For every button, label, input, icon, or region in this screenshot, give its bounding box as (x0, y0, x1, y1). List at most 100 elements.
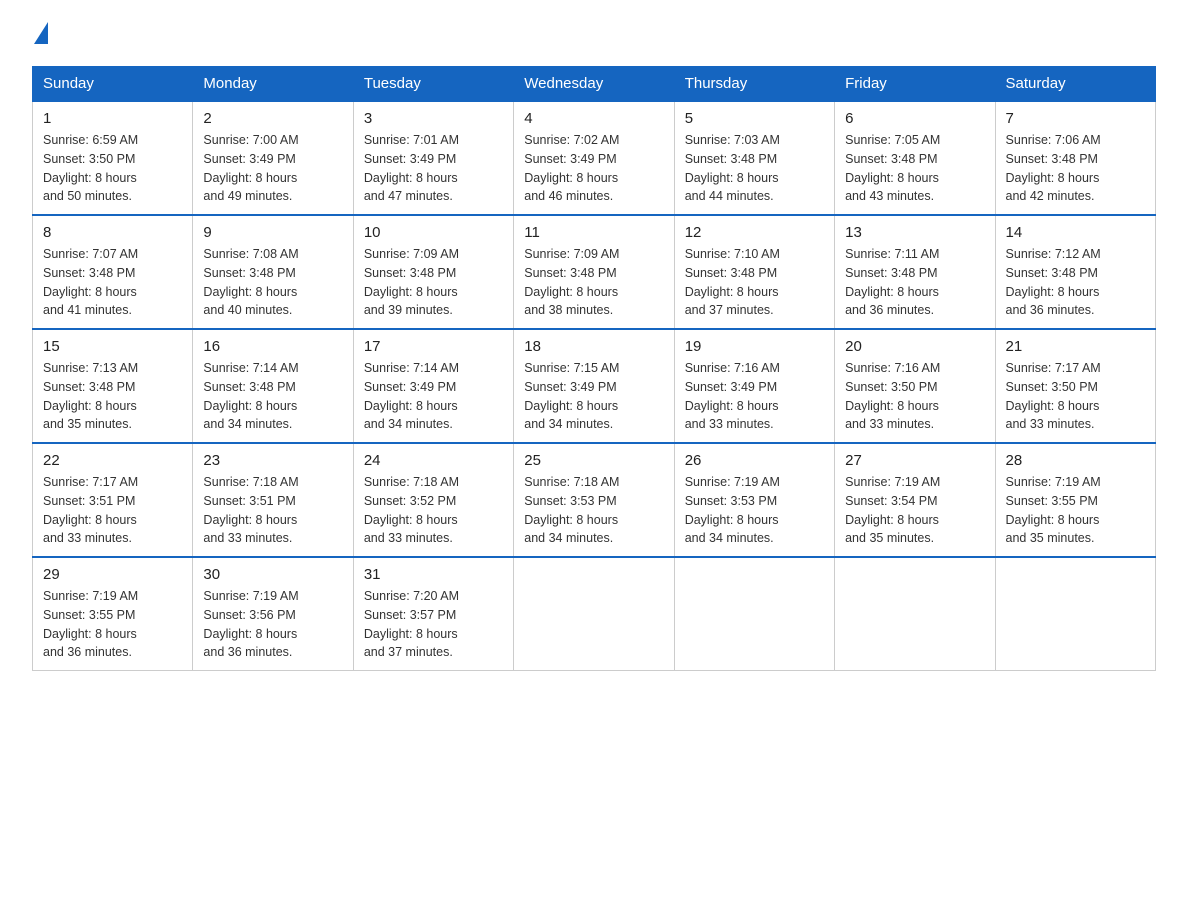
day-info: Sunrise: 7:02 AMSunset: 3:49 PMDaylight:… (524, 133, 619, 203)
day-number: 13 (845, 224, 984, 241)
calendar-cell: 9 Sunrise: 7:08 AMSunset: 3:48 PMDayligh… (193, 215, 353, 329)
day-info: Sunrise: 7:03 AMSunset: 3:48 PMDaylight:… (685, 133, 780, 203)
week-row-5: 29 Sunrise: 7:19 AMSunset: 3:55 PMDaylig… (33, 557, 1156, 671)
calendar-cell (995, 557, 1155, 671)
day-info: Sunrise: 7:13 AMSunset: 3:48 PMDaylight:… (43, 361, 138, 431)
calendar-cell: 26 Sunrise: 7:19 AMSunset: 3:53 PMDaylig… (674, 443, 834, 557)
day-number: 24 (364, 452, 503, 469)
day-info: Sunrise: 7:17 AMSunset: 3:50 PMDaylight:… (1006, 361, 1101, 431)
calendar-cell: 14 Sunrise: 7:12 AMSunset: 3:48 PMDaylig… (995, 215, 1155, 329)
calendar-cell: 13 Sunrise: 7:11 AMSunset: 3:48 PMDaylig… (835, 215, 995, 329)
calendar-cell (514, 557, 674, 671)
day-number: 11 (524, 224, 663, 241)
calendar-cell: 25 Sunrise: 7:18 AMSunset: 3:53 PMDaylig… (514, 443, 674, 557)
day-info: Sunrise: 7:16 AMSunset: 3:49 PMDaylight:… (685, 361, 780, 431)
day-info: Sunrise: 7:14 AMSunset: 3:48 PMDaylight:… (203, 361, 298, 431)
calendar-cell: 22 Sunrise: 7:17 AMSunset: 3:51 PMDaylig… (33, 443, 193, 557)
day-number: 20 (845, 338, 984, 355)
day-number: 15 (43, 338, 182, 355)
calendar-cell: 8 Sunrise: 7:07 AMSunset: 3:48 PMDayligh… (33, 215, 193, 329)
day-info: Sunrise: 7:09 AMSunset: 3:48 PMDaylight:… (364, 247, 459, 317)
day-number: 6 (845, 110, 984, 127)
day-info: Sunrise: 7:00 AMSunset: 3:49 PMDaylight:… (203, 133, 298, 203)
day-number: 8 (43, 224, 182, 241)
logo-triangle-icon (34, 22, 48, 44)
day-info: Sunrise: 7:19 AMSunset: 3:54 PMDaylight:… (845, 475, 940, 545)
calendar-cell: 2 Sunrise: 7:00 AMSunset: 3:49 PMDayligh… (193, 101, 353, 215)
col-header-friday: Friday (835, 67, 995, 102)
col-header-saturday: Saturday (995, 67, 1155, 102)
day-number: 5 (685, 110, 824, 127)
calendar-cell: 3 Sunrise: 7:01 AMSunset: 3:49 PMDayligh… (353, 101, 513, 215)
day-info: Sunrise: 7:06 AMSunset: 3:48 PMDaylight:… (1006, 133, 1101, 203)
calendar-cell: 28 Sunrise: 7:19 AMSunset: 3:55 PMDaylig… (995, 443, 1155, 557)
day-number: 7 (1006, 110, 1145, 127)
day-info: Sunrise: 7:14 AMSunset: 3:49 PMDaylight:… (364, 361, 459, 431)
day-number: 17 (364, 338, 503, 355)
calendar-cell: 24 Sunrise: 7:18 AMSunset: 3:52 PMDaylig… (353, 443, 513, 557)
week-row-3: 15 Sunrise: 7:13 AMSunset: 3:48 PMDaylig… (33, 329, 1156, 443)
calendar-cell: 12 Sunrise: 7:10 AMSunset: 3:48 PMDaylig… (674, 215, 834, 329)
day-number: 1 (43, 110, 182, 127)
day-number: 12 (685, 224, 824, 241)
col-header-sunday: Sunday (33, 67, 193, 102)
day-number: 21 (1006, 338, 1145, 355)
day-number: 10 (364, 224, 503, 241)
calendar-cell: 17 Sunrise: 7:14 AMSunset: 3:49 PMDaylig… (353, 329, 513, 443)
calendar-table: SundayMondayTuesdayWednesdayThursdayFrid… (32, 66, 1156, 671)
col-header-wednesday: Wednesday (514, 67, 674, 102)
calendar-cell: 21 Sunrise: 7:17 AMSunset: 3:50 PMDaylig… (995, 329, 1155, 443)
calendar-cell: 31 Sunrise: 7:20 AMSunset: 3:57 PMDaylig… (353, 557, 513, 671)
day-number: 22 (43, 452, 182, 469)
calendar-cell: 29 Sunrise: 7:19 AMSunset: 3:55 PMDaylig… (33, 557, 193, 671)
day-number: 29 (43, 566, 182, 583)
calendar-cell: 20 Sunrise: 7:16 AMSunset: 3:50 PMDaylig… (835, 329, 995, 443)
day-number: 25 (524, 452, 663, 469)
day-info: Sunrise: 7:12 AMSunset: 3:48 PMDaylight:… (1006, 247, 1101, 317)
day-number: 16 (203, 338, 342, 355)
day-number: 30 (203, 566, 342, 583)
day-number: 28 (1006, 452, 1145, 469)
calendar-cell: 1 Sunrise: 6:59 AMSunset: 3:50 PMDayligh… (33, 101, 193, 215)
calendar-cell: 23 Sunrise: 7:18 AMSunset: 3:51 PMDaylig… (193, 443, 353, 557)
day-info: Sunrise: 7:18 AMSunset: 3:53 PMDaylight:… (524, 475, 619, 545)
col-header-thursday: Thursday (674, 67, 834, 102)
day-info: Sunrise: 6:59 AMSunset: 3:50 PMDaylight:… (43, 133, 138, 203)
day-number: 18 (524, 338, 663, 355)
calendar-cell: 16 Sunrise: 7:14 AMSunset: 3:48 PMDaylig… (193, 329, 353, 443)
logo (32, 24, 48, 46)
day-number: 26 (685, 452, 824, 469)
week-row-2: 8 Sunrise: 7:07 AMSunset: 3:48 PMDayligh… (33, 215, 1156, 329)
day-number: 9 (203, 224, 342, 241)
calendar-cell: 30 Sunrise: 7:19 AMSunset: 3:56 PMDaylig… (193, 557, 353, 671)
day-info: Sunrise: 7:11 AMSunset: 3:48 PMDaylight:… (845, 247, 939, 317)
page-header (32, 24, 1156, 46)
day-number: 27 (845, 452, 984, 469)
day-info: Sunrise: 7:19 AMSunset: 3:53 PMDaylight:… (685, 475, 780, 545)
week-row-1: 1 Sunrise: 6:59 AMSunset: 3:50 PMDayligh… (33, 101, 1156, 215)
calendar-cell: 6 Sunrise: 7:05 AMSunset: 3:48 PMDayligh… (835, 101, 995, 215)
day-info: Sunrise: 7:19 AMSunset: 3:56 PMDaylight:… (203, 589, 298, 659)
day-number: 14 (1006, 224, 1145, 241)
day-info: Sunrise: 7:15 AMSunset: 3:49 PMDaylight:… (524, 361, 619, 431)
day-number: 31 (364, 566, 503, 583)
day-info: Sunrise: 7:17 AMSunset: 3:51 PMDaylight:… (43, 475, 138, 545)
day-info: Sunrise: 7:19 AMSunset: 3:55 PMDaylight:… (1006, 475, 1101, 545)
day-info: Sunrise: 7:07 AMSunset: 3:48 PMDaylight:… (43, 247, 138, 317)
day-info: Sunrise: 7:16 AMSunset: 3:50 PMDaylight:… (845, 361, 940, 431)
calendar-cell (674, 557, 834, 671)
day-info: Sunrise: 7:20 AMSunset: 3:57 PMDaylight:… (364, 589, 459, 659)
calendar-cell: 10 Sunrise: 7:09 AMSunset: 3:48 PMDaylig… (353, 215, 513, 329)
day-info: Sunrise: 7:18 AMSunset: 3:52 PMDaylight:… (364, 475, 459, 545)
day-info: Sunrise: 7:08 AMSunset: 3:48 PMDaylight:… (203, 247, 298, 317)
day-number: 23 (203, 452, 342, 469)
calendar-cell: 18 Sunrise: 7:15 AMSunset: 3:49 PMDaylig… (514, 329, 674, 443)
calendar-cell (835, 557, 995, 671)
calendar-cell: 11 Sunrise: 7:09 AMSunset: 3:48 PMDaylig… (514, 215, 674, 329)
calendar-cell: 7 Sunrise: 7:06 AMSunset: 3:48 PMDayligh… (995, 101, 1155, 215)
day-info: Sunrise: 7:09 AMSunset: 3:48 PMDaylight:… (524, 247, 619, 317)
day-info: Sunrise: 7:10 AMSunset: 3:48 PMDaylight:… (685, 247, 780, 317)
calendar-cell: 19 Sunrise: 7:16 AMSunset: 3:49 PMDaylig… (674, 329, 834, 443)
day-number: 4 (524, 110, 663, 127)
day-info: Sunrise: 7:19 AMSunset: 3:55 PMDaylight:… (43, 589, 138, 659)
